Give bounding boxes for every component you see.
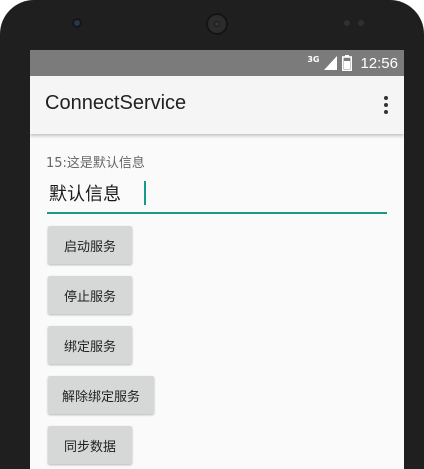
- signal-icon: [324, 56, 338, 70]
- main-content: 15:这是默认信息 启动服务 停止服务 绑定服务 解除绑定服务 同步数据: [30, 134, 404, 469]
- phone-bezel: 3G 12:56 ConnectService 15:这是默认信息 默认信息 启…: [0, 0, 424, 469]
- stop-service-button[interactable]: 停止服务: [48, 276, 132, 314]
- battery-icon: [342, 55, 353, 71]
- device-frame: 3G 12:56 ConnectService 15:这是默认信息 默认信息 启…: [0, 0, 424, 469]
- message-edit-field[interactable]: [47, 178, 387, 214]
- app-title: ConnectService: [45, 92, 187, 114]
- network-type-label: 3G: [307, 54, 320, 64]
- app-screen: 3G 12:56 ConnectService 15:这是默认信息 默认信息 启…: [30, 50, 404, 469]
- overflow-dot-icon: [384, 96, 388, 100]
- start-service-button[interactable]: 启动服务: [48, 226, 132, 264]
- bind-service-button[interactable]: 绑定服务: [48, 326, 132, 364]
- light-sensor-icon: [358, 20, 364, 26]
- speaker-grille: [206, 13, 228, 35]
- status-clock: 12:56: [360, 54, 398, 72]
- status-icons: 3G 12:56: [307, 50, 398, 76]
- front-camera-icon: [72, 18, 82, 28]
- message-input[interactable]: [49, 178, 369, 208]
- status-bar: 3G 12:56: [30, 50, 404, 76]
- info-message: 15:这是默认信息: [46, 156, 145, 171]
- app-bar: ConnectService: [30, 76, 404, 134]
- overflow-dot-icon: [384, 110, 388, 114]
- proximity-sensor-icon: [344, 20, 350, 26]
- overflow-menu-icon[interactable]: [374, 90, 398, 120]
- unbind-service-button[interactable]: 解除绑定服务: [48, 376, 154, 414]
- overflow-dot-icon: [384, 103, 388, 107]
- text-cursor: [144, 181, 146, 205]
- sync-data-button[interactable]: 同步数据: [48, 426, 132, 464]
